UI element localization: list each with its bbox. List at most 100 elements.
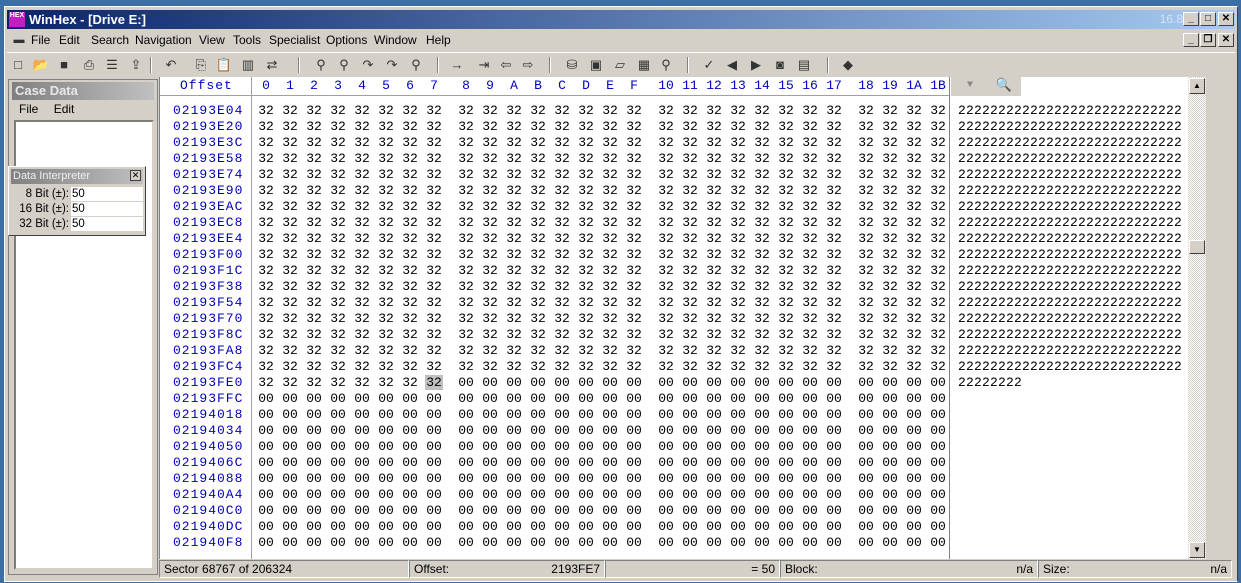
hex-byte[interactable]: 32 — [601, 343, 619, 358]
hex-byte[interactable]: 00 — [401, 471, 419, 486]
hex-byte[interactable]: 00 — [529, 455, 547, 470]
hex-byte[interactable]: 32 — [681, 263, 699, 278]
hex-byte[interactable]: 32 — [329, 215, 347, 230]
hex-byte[interactable]: 00 — [705, 439, 723, 454]
hex-byte[interactable]: 00 — [281, 423, 299, 438]
hex-byte[interactable]: 32 — [601, 247, 619, 262]
hex-byte[interactable]: 32 — [553, 167, 571, 182]
hex-byte[interactable]: 00 — [625, 375, 643, 390]
hex-byte[interactable]: 32 — [857, 135, 875, 150]
hex-byte[interactable]: 00 — [305, 503, 323, 518]
hex-byte[interactable]: 00 — [425, 471, 443, 486]
hex-byte[interactable]: 32 — [625, 359, 643, 374]
hex-byte[interactable]: 00 — [681, 391, 699, 406]
hex-byte[interactable]: 00 — [881, 455, 899, 470]
hex-byte[interactable]: 00 — [753, 503, 771, 518]
hex-byte[interactable]: 00 — [505, 503, 523, 518]
hex-byte[interactable]: 00 — [801, 535, 819, 550]
hex-byte[interactable]: 32 — [681, 279, 699, 294]
hex-byte[interactable]: 00 — [329, 503, 347, 518]
hex-byte[interactable]: 32 — [425, 135, 443, 150]
hex-byte[interactable]: 00 — [601, 407, 619, 422]
hex-byte[interactable]: 00 — [553, 391, 571, 406]
hex-byte[interactable]: 00 — [929, 391, 947, 406]
hex-byte[interactable]: 32 — [457, 279, 475, 294]
previous-icon[interactable]: ◀ — [723, 56, 741, 74]
hex-byte[interactable]: 32 — [281, 151, 299, 166]
hex-byte[interactable]: 32 — [705, 279, 723, 294]
hex-byte[interactable]: 32 — [529, 135, 547, 150]
hex-byte[interactable]: 32 — [577, 327, 595, 342]
hex-byte[interactable]: 32 — [729, 215, 747, 230]
hex-byte[interactable]: 00 — [657, 455, 675, 470]
hex-byte[interactable]: 00 — [377, 519, 395, 534]
hex-byte[interactable]: 32 — [353, 247, 371, 262]
hex-byte[interactable]: 32 — [529, 151, 547, 166]
hex-byte[interactable]: 32 — [577, 279, 595, 294]
hex-byte[interactable]: 00 — [825, 455, 843, 470]
hex-byte[interactable]: 32 — [401, 231, 419, 246]
hex-byte[interactable]: 00 — [825, 375, 843, 390]
hex-byte[interactable]: 00 — [377, 407, 395, 422]
hex-byte[interactable]: 32 — [281, 327, 299, 342]
hex-byte[interactable]: 00 — [505, 535, 523, 550]
hex-byte[interactable]: 32 — [425, 375, 443, 390]
hex-byte[interactable]: 32 — [753, 167, 771, 182]
hex-byte[interactable]: 32 — [305, 119, 323, 134]
hex-byte[interactable]: 00 — [553, 487, 571, 502]
hex-byte[interactable]: 00 — [825, 471, 843, 486]
hex-byte[interactable]: 32 — [577, 135, 595, 150]
hex-byte[interactable]: 32 — [929, 247, 947, 262]
hex-byte[interactable]: 00 — [529, 487, 547, 502]
hex-byte[interactable]: 00 — [529, 375, 547, 390]
hex-byte[interactable]: 00 — [801, 391, 819, 406]
hex-byte[interactable]: 32 — [657, 247, 675, 262]
text-row[interactable]: 2222222222222222222222222222 — [958, 295, 1182, 310]
hex-byte[interactable]: 32 — [425, 343, 443, 358]
hex-byte[interactable]: 32 — [601, 359, 619, 374]
hex-byte[interactable]: 00 — [681, 503, 699, 518]
hex-byte[interactable]: 32 — [481, 183, 499, 198]
hex-byte[interactable]: 32 — [529, 343, 547, 358]
hex-byte[interactable]: 00 — [257, 439, 275, 454]
hex-byte[interactable]: 00 — [281, 487, 299, 502]
hex-byte[interactable]: 00 — [657, 503, 675, 518]
hex-byte[interactable]: 00 — [577, 487, 595, 502]
hex-byte[interactable]: 32 — [657, 279, 675, 294]
hex-byte[interactable]: 00 — [457, 439, 475, 454]
hex-byte[interactable]: 32 — [377, 375, 395, 390]
hex-byte[interactable]: 00 — [825, 535, 843, 550]
hex-byte[interactable]: 32 — [681, 247, 699, 262]
hex-byte[interactable]: 32 — [481, 295, 499, 310]
hex-byte[interactable]: 00 — [625, 519, 643, 534]
hex-byte[interactable]: 00 — [529, 439, 547, 454]
hex-byte[interactable]: 32 — [329, 343, 347, 358]
hex-byte[interactable]: 00 — [505, 423, 523, 438]
hex-byte[interactable]: 00 — [353, 455, 371, 470]
hex-byte[interactable]: 32 — [681, 215, 699, 230]
hex-byte[interactable]: 00 — [529, 407, 547, 422]
hex-byte[interactable]: 32 — [825, 343, 843, 358]
hex-byte[interactable]: 32 — [777, 295, 795, 310]
hex-byte[interactable]: 32 — [681, 231, 699, 246]
hex-byte[interactable]: 32 — [705, 151, 723, 166]
hex-byte[interactable]: 32 — [401, 295, 419, 310]
hex-byte[interactable]: 00 — [377, 503, 395, 518]
hex-byte[interactable]: 32 — [377, 151, 395, 166]
hex-byte[interactable]: 00 — [657, 535, 675, 550]
hex-byte[interactable]: 32 — [705, 215, 723, 230]
hex-byte[interactable]: 32 — [825, 167, 843, 182]
hex-byte[interactable]: 00 — [457, 407, 475, 422]
hex-byte[interactable]: 00 — [753, 375, 771, 390]
hex-byte[interactable]: 32 — [929, 279, 947, 294]
hex-byte[interactable]: 32 — [505, 199, 523, 214]
maximize-button[interactable]: □ — [1200, 12, 1216, 26]
hex-byte[interactable]: 32 — [657, 167, 675, 182]
hex-byte[interactable]: 32 — [505, 151, 523, 166]
hex-byte[interactable]: 32 — [377, 135, 395, 150]
hex-byte[interactable]: 00 — [625, 423, 643, 438]
hex-byte[interactable]: 32 — [457, 359, 475, 374]
hex-byte[interactable]: 00 — [257, 423, 275, 438]
hex-byte[interactable]: 32 — [281, 295, 299, 310]
hex-byte[interactable]: 00 — [457, 519, 475, 534]
